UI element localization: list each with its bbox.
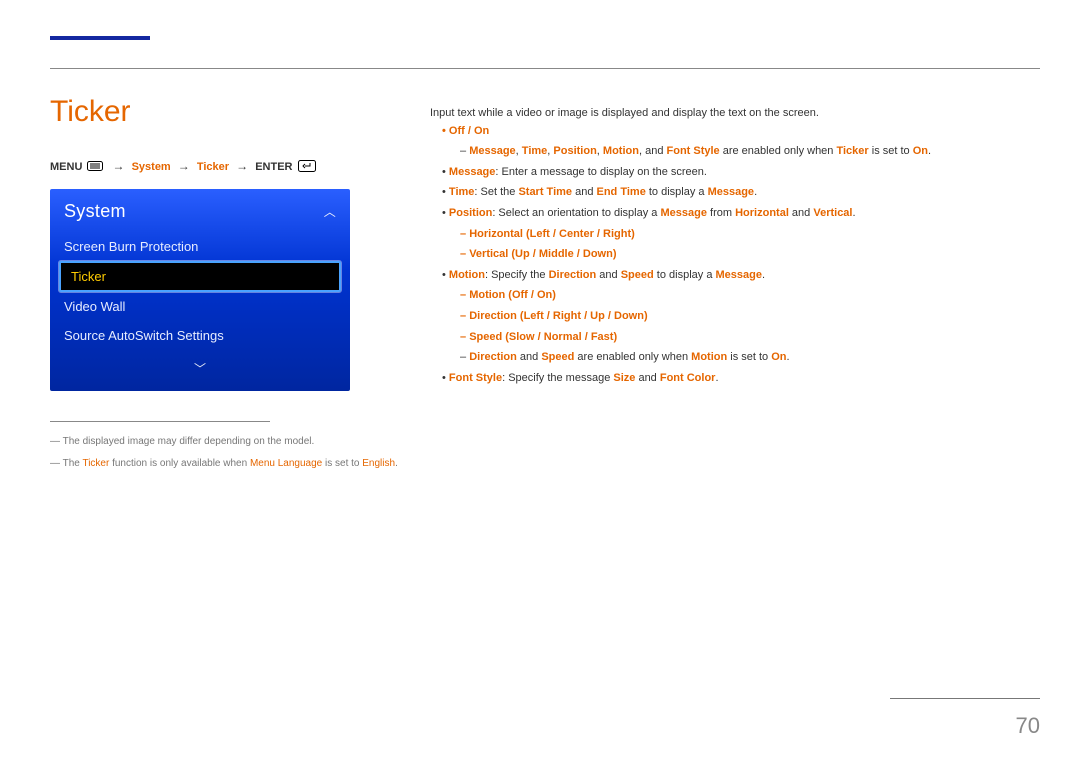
osd-item-source-autoswitch[interactable]: Source AutoSwitch Settings — [50, 321, 350, 350]
option-position-horizontal: Horizontal (Left / Center / Right) — [430, 226, 1040, 244]
page-content: Ticker MENU → System → Ticker → ENTER Sy… — [50, 95, 1040, 713]
option-font-style: Font Style: Specify the message Size and… — [430, 370, 1040, 388]
left-column: Ticker MENU → System → Ticker → ENTER Sy… — [50, 95, 430, 713]
osd-item-screen-burn[interactable]: Screen Burn Protection — [50, 232, 350, 261]
arrow-icon: → — [236, 159, 248, 173]
breadcrumb-system: System — [132, 161, 171, 173]
osd-header: System ︿ — [50, 189, 350, 232]
chevron-up-icon[interactable]: ︿ — [324, 199, 336, 224]
note-enabled-when-on: Message, Time, Position, Motion, and Fon… — [430, 143, 1040, 161]
osd-item-video-wall[interactable]: Video Wall — [50, 292, 350, 321]
footer-rule — [890, 698, 1040, 699]
breadcrumb-ticker: Ticker — [197, 161, 229, 173]
osd-menu-panel: System ︿ Screen Burn Protection Ticker V… — [50, 189, 350, 391]
option-motion: Motion: Specify the Direction and Speed … — [430, 267, 1040, 285]
page-title: Ticker — [50, 95, 410, 129]
option-off-on: Off / On — [430, 123, 1040, 141]
option-message: Message: Enter a message to display on t… — [430, 164, 1040, 182]
menu-button-icon — [87, 161, 103, 174]
breadcrumb-enter: ENTER — [255, 161, 292, 173]
breadcrumb-menu: MENU — [50, 161, 82, 173]
arrow-icon: → — [178, 159, 190, 173]
option-motion-direction: Direction (Left / Right / Up / Down) — [430, 308, 1040, 326]
option-time: Time: Set the Start Time and End Time to… — [430, 184, 1040, 202]
arrow-icon: → — [113, 159, 125, 173]
option-position-vertical: Vertical (Up / Middle / Down) — [430, 246, 1040, 264]
option-motion-speed: Speed (Slow / Normal / Fast) — [430, 329, 1040, 347]
option-position: Position: Select an orientation to displ… — [430, 205, 1040, 223]
page-number: 70 — [1016, 713, 1040, 739]
option-motion-onoff: Motion (Off / On) — [430, 287, 1040, 305]
enter-button-icon — [298, 160, 316, 175]
header-accent-bar — [50, 36, 150, 40]
osd-item-ticker-selected[interactable]: Ticker — [59, 261, 341, 292]
right-column: Input text while a video or image is dis… — [430, 95, 1040, 713]
note-ticker-language: The Ticker function is only available wh… — [50, 456, 410, 472]
header-rule — [50, 68, 1040, 69]
note-divider — [50, 421, 270, 422]
chevron-down-icon[interactable]: ﹀ — [50, 350, 350, 391]
breadcrumb: MENU → System → Ticker → ENTER — [50, 159, 410, 175]
intro-text: Input text while a video or image is dis… — [430, 105, 1040, 123]
note-model-differ: The displayed image may differ depending… — [50, 434, 410, 450]
osd-title: System — [64, 201, 126, 222]
note-motion-enabled: Direction and Speed are enabled only whe… — [430, 349, 1040, 367]
